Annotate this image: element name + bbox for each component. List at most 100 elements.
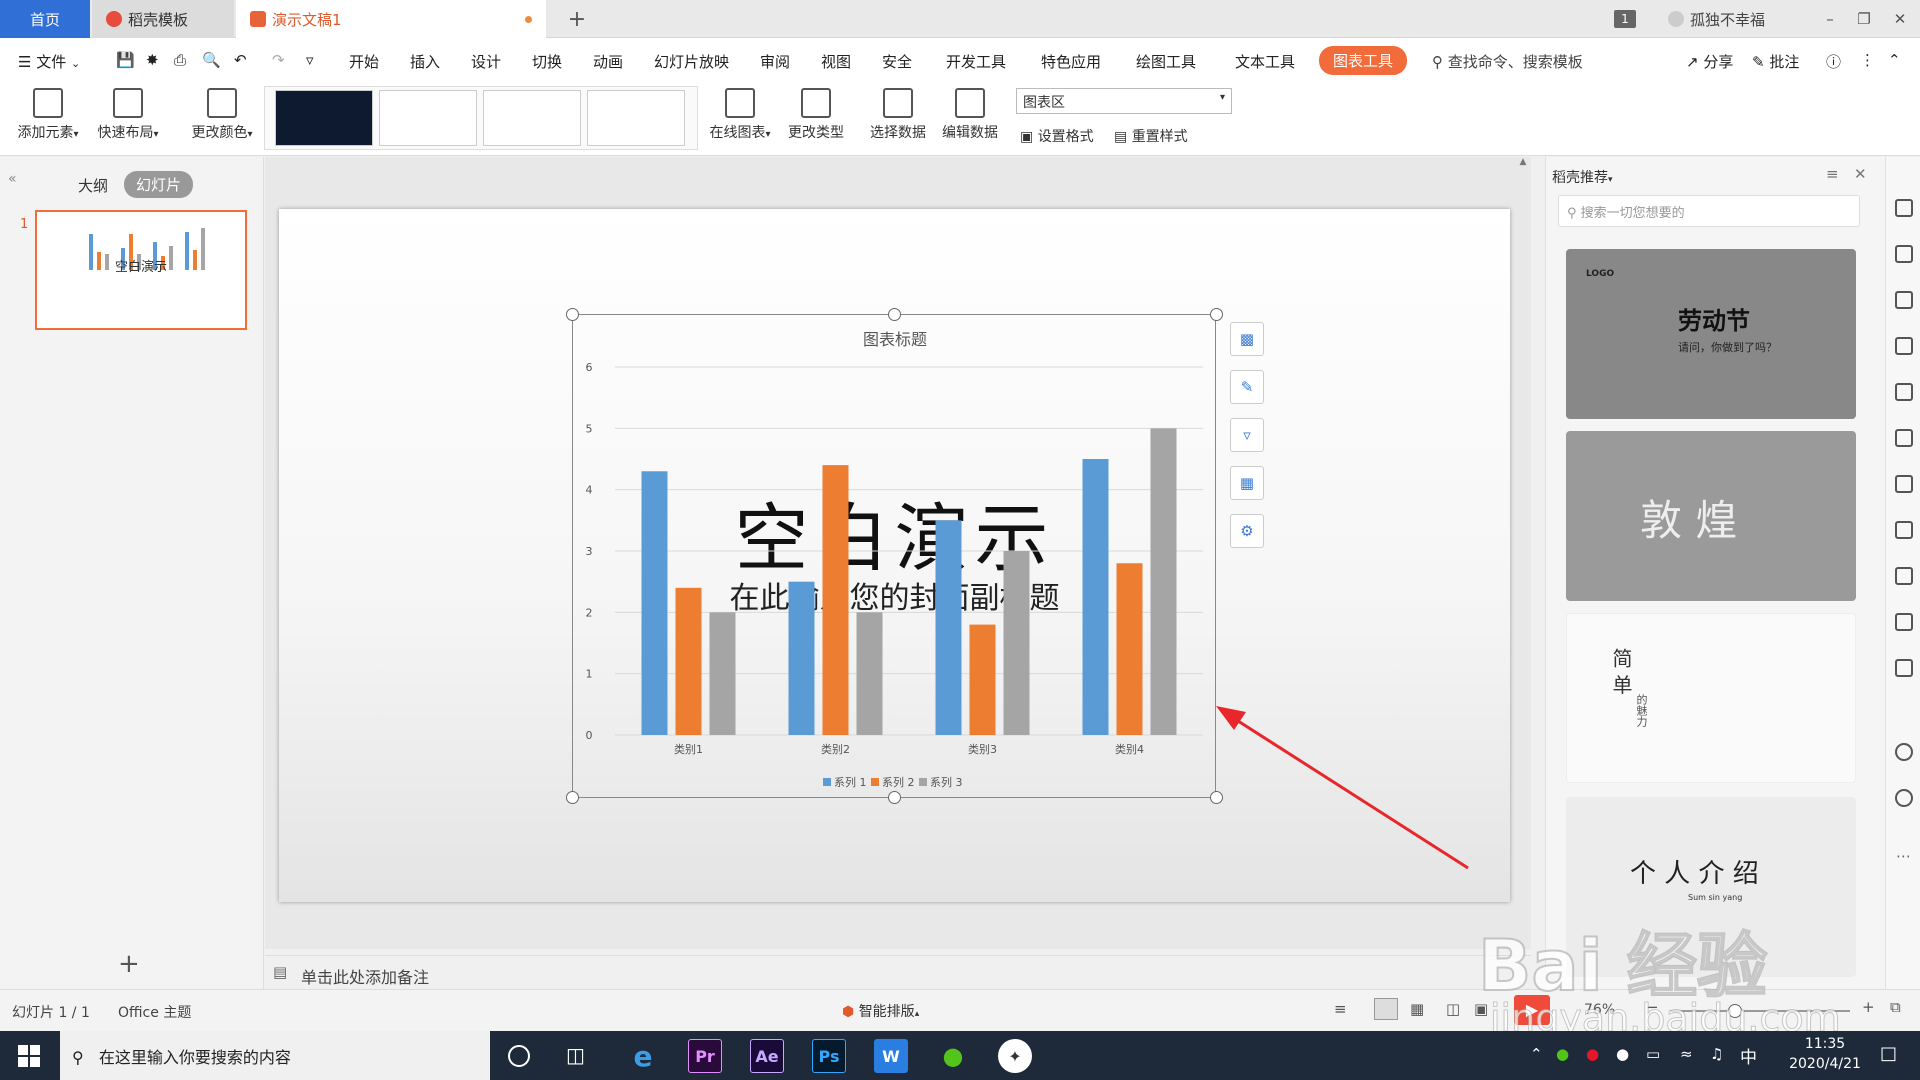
print-preview-icon[interactable]: 🔍 — [202, 51, 221, 69]
template-card-dunhuang[interactable]: 敦 煌 — [1566, 431, 1856, 601]
undo-icon[interactable]: ↶ — [234, 51, 247, 69]
menu-item-insert[interactable]: 插入 — [410, 51, 440, 72]
collapse-panel-icon[interactable]: « — [8, 171, 17, 187]
menu-item-start[interactable]: 开始 — [349, 51, 379, 72]
share-button[interactable]: ↗ 分享 — [1686, 51, 1733, 72]
archive-icon[interactable] — [1895, 567, 1913, 585]
grid-icon[interactable] — [1895, 337, 1913, 355]
volume-icon[interactable]: ♫ — [1710, 1045, 1723, 1063]
speaker-icon[interactable] — [1895, 659, 1913, 677]
window-count-badge[interactable]: 1 — [1614, 10, 1636, 28]
theme-name[interactable]: Office 主题 — [118, 1002, 191, 1022]
new-tab-button[interactable]: + — [562, 0, 592, 38]
tab-template[interactable]: 稻壳模板 — [92, 0, 234, 38]
edit-data-button[interactable]: 编辑数据 — [936, 88, 1004, 142]
clock-date[interactable]: 2020/4/21 — [1782, 1056, 1868, 1072]
set-format-button[interactable]: ▣ 设置格式 — [1020, 126, 1094, 146]
windows-start-icon[interactable] — [18, 1045, 40, 1067]
resize-handle-bm[interactable] — [888, 791, 901, 804]
redo-icon[interactable]: ↷ — [272, 51, 285, 69]
slide-thumbnail[interactable]: 空白演示 — [35, 210, 247, 330]
wps-icon[interactable]: W — [874, 1039, 908, 1073]
menu-item-slideshow[interactable]: 幻灯片放映 — [654, 51, 729, 72]
format-painter-icon[interactable]: ✸ — [146, 51, 159, 69]
after-effects-icon[interactable]: Ae — [750, 1039, 784, 1073]
scroll-up-icon[interactable]: ▲ — [1517, 157, 1529, 167]
menu-item-view[interactable]: 视图 — [821, 51, 851, 72]
notes-toggle-icon[interactable]: ≡ — [1334, 1000, 1347, 1018]
photoshop-icon[interactable]: Ps — [812, 1039, 846, 1073]
chart-filter-button[interactable]: ▿ — [1230, 418, 1264, 452]
online-chart-button[interactable]: 在线图表▾ — [702, 88, 778, 142]
add-slide-button[interactable]: + — [118, 949, 140, 979]
resize-handle-tr[interactable] — [1210, 308, 1223, 321]
notes-bar[interactable]: ▤ 单击此处添加备注 — [265, 955, 1531, 989]
vertical-scrollbar[interactable]: ▲ — [1517, 157, 1529, 927]
zoom-in-icon[interactable]: + — [1862, 998, 1875, 1016]
panel-menu-icon[interactable]: ≡ — [1826, 165, 1839, 183]
battery-icon[interactable]: ▭ — [1646, 1045, 1660, 1063]
template-search[interactable]: ⚲ 搜索一切您想要的 — [1558, 195, 1860, 227]
close-icon[interactable]: ✕ — [1854, 165, 1867, 183]
picture-icon[interactable] — [1895, 613, 1913, 631]
template-card-labor-day[interactable]: LOGO 劳动节 请问，你做到了吗？ — [1566, 249, 1856, 419]
change-color-button[interactable]: 更改颜色▾ — [184, 88, 260, 142]
chart-elements-button[interactable]: ▩ — [1230, 322, 1264, 356]
tab-outline[interactable]: 大纲 — [78, 175, 108, 196]
panel-title[interactable]: 稻壳推荐▾ — [1552, 167, 1613, 187]
image-stack-icon[interactable] — [1895, 475, 1913, 493]
chart-style-1[interactable] — [275, 90, 373, 146]
menu-item-developer[interactable]: 开发工具 — [946, 51, 1006, 72]
notification-icon[interactable]: □ — [1880, 1043, 1897, 1064]
template-card-simple[interactable]: 简 单 的魅力 — [1566, 613, 1856, 783]
triangle-icon[interactable] — [1895, 291, 1913, 309]
select-data-button[interactable]: 选择数据 — [864, 88, 932, 142]
chart-style-3[interactable] — [483, 90, 581, 146]
tray-weibo-icon[interactable]: ● — [1586, 1045, 1599, 1063]
add-element-button[interactable]: 添加元素▾ — [12, 88, 84, 142]
resize-handle-bl[interactable] — [566, 791, 579, 804]
chart-element-select[interactable]: 图表区 ▾ — [1016, 88, 1232, 114]
close-window-button[interactable]: ✕ — [1888, 0, 1912, 38]
chart-settings-button[interactable]: ⚙ — [1230, 514, 1264, 548]
menu-item-chart-tools[interactable]: 图表工具 — [1319, 46, 1408, 75]
chart-style-2[interactable] — [379, 90, 477, 146]
tab-slides[interactable]: 幻灯片 — [124, 171, 194, 198]
clock-time[interactable]: 11:35 — [1790, 1036, 1860, 1052]
menu-item-security[interactable]: 安全 — [882, 51, 912, 72]
online-chart-side-button[interactable]: ▦ — [1230, 466, 1264, 500]
premiere-icon[interactable]: Pr — [688, 1039, 722, 1073]
sliders-icon[interactable] — [1895, 429, 1913, 447]
copy-icon[interactable] — [1895, 245, 1913, 263]
menu-item-design[interactable]: 设计 — [471, 51, 501, 72]
chart-style-4[interactable] — [587, 90, 685, 146]
file-menu[interactable]: ☰ 文件 ⌄ — [18, 51, 80, 72]
wifi-icon[interactable]: ≈ — [1680, 1045, 1693, 1063]
help-icon[interactable]: ⓘ — [1826, 51, 1841, 72]
sorter-view-icon[interactable]: ▦ — [1410, 1000, 1424, 1018]
tab-document[interactable]: 演示文稿1 — [236, 0, 546, 38]
menu-item-features[interactable]: 特色应用 — [1041, 51, 1101, 72]
tray-wechat-icon[interactable]: ● — [1556, 1045, 1569, 1063]
edge-icon[interactable]: e — [626, 1039, 660, 1073]
command-search[interactable]: ⚲ 查找命令、搜索模板 — [1432, 51, 1583, 72]
menu-item-animation[interactable]: 动画 — [593, 51, 623, 72]
quick-layout-button[interactable]: 快速布局▾ — [92, 88, 164, 142]
more-dots-icon[interactable]: ⋯ — [1896, 847, 1911, 865]
smart-layout-button[interactable]: ⬢ 智能排版▴ — [842, 1001, 919, 1021]
resize-handle-tm[interactable] — [888, 308, 901, 321]
collapse-ribbon-icon[interactable]: ⌃ — [1888, 51, 1901, 69]
normal-view-icon[interactable] — [1374, 998, 1398, 1020]
menu-item-text-tools[interactable]: 文本工具 — [1235, 51, 1295, 72]
reset-style-button[interactable]: ▤ 重置样式 — [1114, 126, 1188, 146]
star-icon[interactable] — [1895, 199, 1913, 217]
reading-view-icon[interactable]: ◫ — [1446, 1000, 1460, 1018]
chart-style-button[interactable]: ✎ — [1230, 370, 1264, 404]
menu-item-drawing-tools[interactable]: 绘图工具 — [1136, 51, 1196, 72]
feather-app-icon[interactable]: ✦ — [998, 1039, 1032, 1073]
tray-up-icon[interactable]: ⌃ — [1530, 1045, 1543, 1063]
save-icon[interactable]: 💾 — [116, 51, 135, 69]
change-type-button[interactable]: 更改类型 — [782, 88, 850, 142]
cortana-icon[interactable] — [508, 1045, 530, 1067]
print-icon[interactable]: ⎙ — [174, 51, 186, 69]
